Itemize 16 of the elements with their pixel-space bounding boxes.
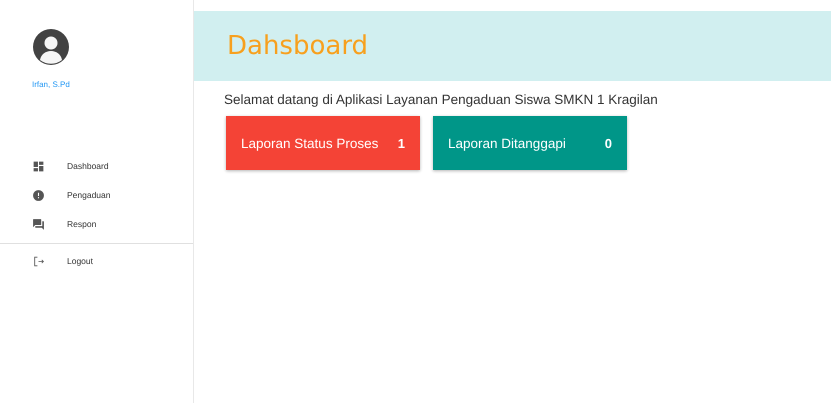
menu-item[interactable]: Dashboard xyxy=(32,157,109,175)
page-title: Dahsboard xyxy=(227,31,368,61)
card-label: Laporan Ditanggapi xyxy=(448,136,566,150)
chat-icon xyxy=(32,218,45,230)
logout-icon xyxy=(32,254,45,268)
avatar-icon xyxy=(33,29,69,65)
user-name: Irfan, S.Pd xyxy=(32,80,70,89)
menu-item[interactable]: Pengaduan xyxy=(32,186,110,204)
dashboard-icon xyxy=(32,160,45,172)
menu-item[interactable]: Logout xyxy=(32,252,93,270)
card-count: 0 xyxy=(604,136,612,150)
menu-item[interactable]: Respon xyxy=(32,215,96,233)
welcome-text: Selamat datang di Aplikasi Layanan Pengaduan Siswa SMKN 1 Kragilan xyxy=(224,92,659,107)
alert-icon xyxy=(32,188,45,202)
card-count: 1 xyxy=(398,136,405,150)
card-label: Laporan Status Proses xyxy=(241,136,378,150)
